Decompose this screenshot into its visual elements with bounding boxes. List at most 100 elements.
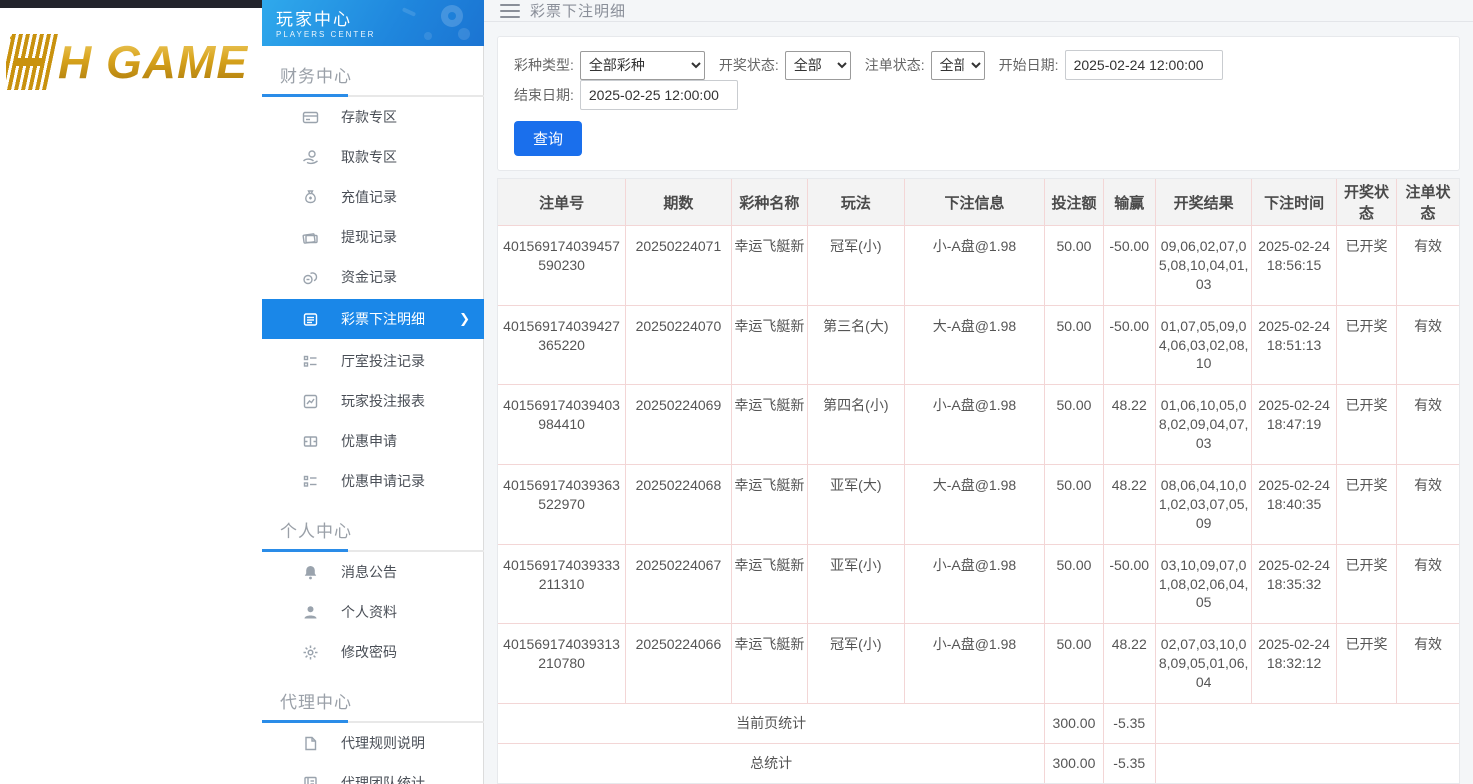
sidebar-item-hall-bet-records[interactable]: 厅室投注记录 [262,341,484,381]
summary-win-loss: -5.35 [1103,743,1155,782]
sidebar-item-label: 厅室投注记录 [341,351,425,371]
start-date-input[interactable] [1065,50,1223,80]
cell-lottery-name: 幸运飞艇新 [731,226,807,306]
section-title-personal: 个人中心 [262,501,484,552]
sidebar-item-player-bet-report[interactable]: 玩家投注报表 [262,381,484,421]
cell-order-number: 401569174039457590230 [498,226,626,306]
logo-panel: H GAME [0,0,262,784]
table-row: 401569174039313210780 20250224066 幸运飞艇新 … [498,624,1459,704]
col-draw-result: 开奖结果 [1155,179,1252,226]
sidebar-item-profile[interactable]: 个人资料 [262,592,484,632]
cell-lottery-name: 幸运飞艇新 [731,465,807,545]
sidebar-item-label: 提现记录 [341,227,397,247]
col-order-status: 注单状态 [1397,179,1459,226]
topbar: 彩票下注明细 [484,0,1473,22]
sidebar-item-recharge-records[interactable]: 充值记录 [262,177,484,217]
menu-toggle-icon[interactable] [500,4,520,18]
cell-bet-info: 大-A盘@1.98 [904,305,1045,385]
end-date-input[interactable] [580,80,738,110]
col-bet-amount: 投注额 [1045,179,1103,226]
top-dark-strip [0,0,262,8]
cell-bet-time: 2025-02-24 18:47:19 [1252,385,1336,465]
cell-play-type: 冠军(小) [808,226,905,306]
hh-monogram-icon [6,34,58,90]
sidebar-item-agent-team-stats[interactable]: 代理团队统计 [262,763,484,784]
cell-order-status: 有效 [1397,624,1459,704]
sidebar-item-fund-records[interactable]: 资金记录 [262,257,484,297]
sidebar-item-label: 资金记录 [341,267,397,287]
cell-draw-result: 08,06,04,10,01,02,03,07,05,09 [1155,465,1252,545]
cell-draw-status: 已开奖 [1336,385,1396,465]
sidebar-item-label: 消息公告 [341,562,397,582]
sidebar-item-lottery-bet-details[interactable]: 彩票下注明细 ❯ [262,299,484,339]
cell-period: 20250224067 [626,544,732,624]
col-period: 期数 [626,179,732,226]
sidebar-item-label: 个人资料 [341,602,397,622]
summary-empty [1155,743,1459,782]
col-order-number: 注单号 [498,179,626,226]
table-row: 401569174039427365220 20250224070 幸运飞艇新 … [498,305,1459,385]
person-icon [302,604,319,621]
cell-bet-info: 小-A盘@1.98 [904,544,1045,624]
summary-label: 总统计 [498,743,1045,782]
sidebar-item-announcements[interactable]: 消息公告 [262,552,484,592]
lottery-type-select[interactable]: 全部彩种 [580,51,705,80]
cell-draw-status: 已开奖 [1336,624,1396,704]
chevron-right-icon: ❯ [459,311,470,327]
sidebar-item-change-password[interactable]: 修改密码 [262,632,484,672]
order-status-label: 注单状态: [865,55,925,75]
bank-card-icon [302,109,319,126]
cell-order-status: 有效 [1397,385,1459,465]
col-lottery-name: 彩种名称 [731,179,807,226]
cell-order-number: 401569174039363522970 [498,465,626,545]
col-win-loss: 输赢 [1103,179,1155,226]
sidebar-item-label: 代理团队统计 [341,773,425,784]
cell-draw-status: 已开奖 [1336,465,1396,545]
sidebar-item-label: 存款专区 [341,107,397,127]
coupon-icon [302,433,319,450]
cell-bet-time: 2025-02-24 18:56:15 [1252,226,1336,306]
cell-draw-status: 已开奖 [1336,226,1396,306]
summary-win-loss: -5.35 [1103,704,1155,744]
sidebar-item-promo-apply-records[interactable]: 优惠申请记录 [262,461,484,501]
table-row: 401569174039457590230 20250224071 幸运飞艇新 … [498,226,1459,306]
search-button[interactable]: 查询 [514,121,582,156]
cell-win-loss: -50.00 [1103,226,1155,306]
cell-lottery-name: 幸运飞艇新 [731,385,807,465]
cell-bet-amount: 50.00 [1045,226,1103,306]
page: H GAME 玩家中心 PLAYERS CENTER 财务中心 存款专区 取款专… [0,0,1473,784]
sidebar-item-label: 优惠申请记录 [341,471,425,491]
order-status-select[interactable]: 全部 [931,51,985,80]
cell-lottery-name: 幸运飞艇新 [731,624,807,704]
summary-bet-total: 300.00 [1045,743,1103,782]
cell-bet-time: 2025-02-24 18:40:35 [1252,465,1336,545]
sidebar-item-deposit-zone[interactable]: 存款专区 [262,97,484,137]
document-icon [302,735,319,752]
gamepad-icon [394,4,474,44]
cell-order-number: 401569174039313210780 [498,624,626,704]
sidebar-item-withdraw-zone[interactable]: 取款专区 [262,137,484,177]
draw-status-label: 开奖状态: [719,55,779,75]
table-row: 401569174039333211310 20250224067 幸运飞艇新 … [498,544,1459,624]
sidebar-item-promo-apply[interactable]: 优惠申请 [262,421,484,461]
cell-order-status: 有效 [1397,544,1459,624]
cell-bet-amount: 50.00 [1045,544,1103,624]
cell-order-status: 有效 [1397,226,1459,306]
sidebar-item-withdrawal-records[interactable]: 提现记录 [262,217,484,257]
main-area: 彩票下注明细 彩种类型: 全部彩种 开奖状态: 全部 注单状态: 全部 [484,0,1473,784]
sidebar-header: 玩家中心 PLAYERS CENTER [262,0,484,46]
filter-panel: 彩种类型: 全部彩种 开奖状态: 全部 注单状态: 全部 开始日期: [497,36,1460,171]
cell-draw-result: 03,10,09,07,01,08,02,06,04,05 [1155,544,1252,624]
cell-bet-amount: 50.00 [1045,305,1103,385]
sidebar-item-label: 优惠申请 [341,431,397,451]
wallet-icon [302,229,319,246]
cell-order-status: 有效 [1397,465,1459,545]
draw-status-select[interactable]: 全部 [785,51,851,80]
sidebar-item-label: 充值记录 [341,187,397,207]
summary-empty [1155,704,1459,744]
sidebar-item-agent-rules[interactable]: 代理规则说明 [262,723,484,763]
cell-order-number: 401569174039333211310 [498,544,626,624]
cell-period: 20250224071 [626,226,732,306]
cell-bet-info: 小-A盘@1.98 [904,624,1045,704]
cell-lottery-name: 幸运飞艇新 [731,544,807,624]
